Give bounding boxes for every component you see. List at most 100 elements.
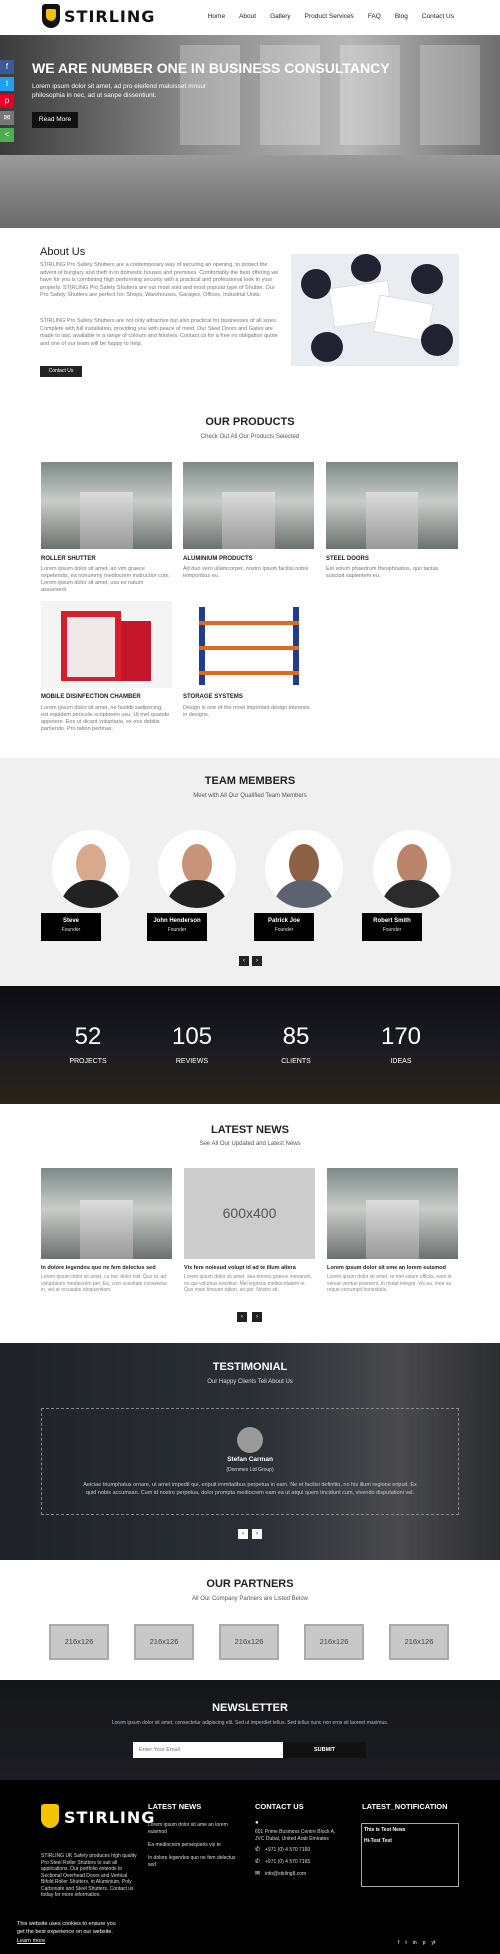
person-figure <box>311 332 343 362</box>
location-pin-icon: ● <box>255 1820 259 1826</box>
pinterest-icon[interactable]: p <box>0 94 14 108</box>
facebook-icon[interactable]: f <box>0 60 14 74</box>
youtube-icon[interactable]: yt <box>431 1940 435 1946</box>
cookie-learn-more-link[interactable]: Learn more <box>17 1938 45 1944</box>
nav-blog[interactable]: Blog <box>395 13 408 20</box>
product-image[interactable] <box>41 462 172 549</box>
hero-read-more-button[interactable]: Read More <box>32 112 78 128</box>
cookie-notice-text: This website uses cookies to ensure you … <box>17 1921 116 1935</box>
partner-logo[interactable]: 216x126 <box>389 1624 449 1660</box>
team-title: TEAM MEMBERS <box>204 775 296 787</box>
footer-logo-shield-icon[interactable] <box>41 1804 59 1828</box>
share-icon[interactable]: < <box>0 128 14 142</box>
footer-phone[interactable]: +971 (0) 4 570 7160 <box>265 1847 310 1854</box>
nav-about[interactable]: About <box>239 13 256 20</box>
nav-faq[interactable]: FAQ <box>368 13 381 20</box>
newsletter-section <box>0 1680 500 1780</box>
product-image[interactable] <box>183 462 314 549</box>
news-next-arrow-icon[interactable]: › <box>252 1312 262 1322</box>
news-item-title[interactable]: Vix fere nolesud volupt id ad te illum a… <box>184 1265 315 1271</box>
news-image[interactable] <box>327 1168 458 1259</box>
nav-gallery[interactable]: Gallery <box>270 13 291 20</box>
hero-bg-floor <box>0 155 500 228</box>
stat-value: 105 <box>171 1023 213 1050</box>
newsletter-email-input[interactable] <box>133 1742 283 1758</box>
products-subtitle: Check Out All Our Products Selected <box>200 434 300 440</box>
team-prev-arrow-icon[interactable]: ‹ <box>239 956 249 966</box>
newsletter-title: NEWSLETTER <box>212 1702 288 1714</box>
member-photo[interactable] <box>373 830 451 908</box>
newsletter-submit-button[interactable]: SUBMIT <box>283 1742 366 1758</box>
team-subtitle: Meet with All Our Qualified Team Members <box>193 793 307 799</box>
product-title[interactable]: ALUMINIUM PRODUCTS <box>183 556 253 562</box>
product-image[interactable] <box>41 601 172 688</box>
notification-item[interactable]: Hi-Test Test <box>364 1838 392 1844</box>
nav-home[interactable]: Home <box>208 13 225 20</box>
team-next-arrow-icon[interactable]: › <box>252 956 262 966</box>
pinterest-icon[interactable]: p <box>423 1940 426 1946</box>
member-name: Patrick Joe <box>267 918 301 924</box>
nav-contact[interactable]: Contact Us <box>422 13 454 20</box>
product-title[interactable]: ROLLER SHUTTER <box>41 556 96 562</box>
rack-beam <box>199 646 299 650</box>
news-item-title[interactable]: Lorem ipsum dolor sit eme an lorem euism… <box>327 1265 458 1271</box>
member-photo[interactable] <box>158 830 236 908</box>
news-image-placeholder[interactable]: 600x400 <box>184 1168 315 1259</box>
linkedin-icon[interactable]: in <box>413 1940 417 1946</box>
footer-phone[interactable]: +971 (0) 4 570 7165 <box>265 1859 310 1866</box>
twitter-icon[interactable]: t <box>405 1940 406 1946</box>
news-prev-arrow-icon[interactable]: ‹ <box>237 1312 247 1322</box>
footer-logo-text[interactable]: STIRLING <box>64 1808 155 1827</box>
member-photo[interactable] <box>52 830 130 908</box>
footer-notification-heading: LATEST_NOTIFICATION <box>362 1802 448 1811</box>
stat-label: REVIEWS <box>175 1058 209 1065</box>
news-item-title[interactable]: In dolore legendos quo ne fem delectus s… <box>41 1265 172 1271</box>
product-desc: Design is one of the most important desi… <box>183 705 310 718</box>
partner-logo[interactable]: 216x126 <box>134 1624 194 1660</box>
member-card: Robert Smith Founder <box>362 913 422 941</box>
logo-text[interactable]: STIRLING <box>64 7 155 26</box>
person-figure <box>411 264 443 294</box>
notification-item[interactable]: This is Test News <box>364 1827 406 1833</box>
testimonial-company: (Dornmex Ltd Group) <box>226 1467 274 1473</box>
mail-icon[interactable]: ✉ <box>0 111 14 125</box>
member-name: Steve <box>62 918 79 924</box>
member-photo[interactable] <box>265 830 343 908</box>
product-title[interactable]: STEEL DOORS <box>326 556 369 562</box>
testimonial-title: TESTIMONIAL <box>212 1361 288 1373</box>
member-card: Patrick Joe Founder <box>254 913 314 941</box>
footer-email[interactable]: info@stirling8.com <box>265 1871 306 1878</box>
partner-logo[interactable]: 216x126 <box>219 1624 279 1660</box>
stat-label: CLIENTS <box>281 1058 311 1065</box>
footer-news-item[interactable]: Lorem ipsum dolor sit ame an lorem euism… <box>148 1822 238 1835</box>
news-item-desc: Lorem ipsum dolor sit amet, cu nec dolor… <box>41 1274 168 1293</box>
chamber-side <box>121 621 151 681</box>
testimonial-next-arrow-icon[interactable]: › <box>252 1529 262 1539</box>
stat-value: 52 <box>74 1023 102 1050</box>
partner-logo[interactable]: 216x126 <box>49 1624 109 1660</box>
logo-shield-icon[interactable] <box>42 4 60 28</box>
partner-logo[interactable]: 216x126 <box>304 1624 364 1660</box>
hero-subtitle: Lorem ipsum dolor sit amet, ad pro eleif… <box>32 83 207 99</box>
product-desc: Lorem ipsum dolor sit amet, ne fastidii … <box>41 705 170 732</box>
footer-news-item[interactable]: In dolore legendos quo ne fem delectus s… <box>148 1855 238 1868</box>
nav-product-services[interactable]: Product Services <box>305 13 354 20</box>
rack-beam <box>199 621 299 625</box>
member-role: Founder <box>274 927 294 933</box>
product-title[interactable]: MOBILE DISINFECTION CHAMBER <box>41 694 141 700</box>
product-image[interactable] <box>326 462 458 549</box>
product-desc: Ad duo vero ullamcorper, nostro ipsum fa… <box>183 566 309 579</box>
twitter-icon[interactable]: t <box>0 77 14 91</box>
person-figure <box>351 254 381 282</box>
testimonial-prev-arrow-icon[interactable]: ‹ <box>238 1529 248 1539</box>
about-contact-button[interactable]: Contact Us <box>40 366 82 377</box>
product-image[interactable] <box>183 601 314 688</box>
stat-value: 170 <box>380 1023 422 1050</box>
stat-label: PROJECTS <box>69 1058 107 1065</box>
person-figure <box>301 269 331 299</box>
facebook-icon[interactable]: f <box>398 1940 399 1946</box>
news-item-desc: Lorem ipsum dolor sit amet, te mel solum… <box>327 1274 452 1293</box>
news-image[interactable] <box>41 1168 172 1259</box>
footer-news-item[interactable]: Ea mediocrem persequeris vix te <box>148 1842 238 1849</box>
product-title[interactable]: STORAGE SYSTEMS <box>183 694 243 700</box>
